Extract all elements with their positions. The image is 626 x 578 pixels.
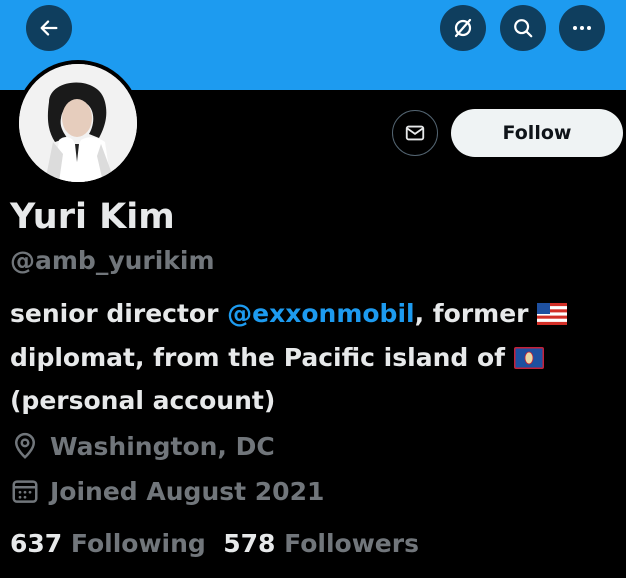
bio-text: diplomat, from the Pacific island of <box>10 343 506 372</box>
mention-link[interactable]: @exxonmobil <box>227 299 414 328</box>
followers-label: Followers <box>284 529 419 558</box>
more-icon <box>573 26 591 30</box>
envelope-icon <box>405 125 425 141</box>
slash-circle-icon <box>454 18 472 38</box>
location-pin-icon <box>14 432 36 459</box>
display-name: Yuri Kim <box>10 197 175 237</box>
arrow-left-icon <box>40 20 58 36</box>
username-handle: @amb_yurikim <box>10 246 215 275</box>
back-button[interactable] <box>26 5 72 51</box>
location-row: Washington, DC <box>10 431 275 461</box>
bio-text: senior director <box>10 299 228 328</box>
avatar[interactable] <box>15 60 141 186</box>
joined-text: Joined August 2021 <box>50 476 325 506</box>
grok-button[interactable] <box>440 5 486 51</box>
bio-line-2: diplomat, from the Pacific island of <box>10 343 544 372</box>
guam-flag-icon <box>513 347 544 369</box>
followers-link[interactable]: 578 Followers <box>223 529 419 558</box>
search-icon <box>514 19 533 38</box>
joined-row: Joined August 2021 <box>10 476 324 506</box>
bio-text: , former <box>414 299 529 328</box>
following-link[interactable]: 637 Following <box>10 529 206 558</box>
message-button[interactable] <box>392 110 438 156</box>
follow-button[interactable]: Follow <box>451 109 623 157</box>
calendar-icon <box>12 480 38 503</box>
followers-count: 578 <box>223 529 276 558</box>
bio-line-1: senior director @exxonmobil, former <box>10 299 568 328</box>
more-button[interactable] <box>559 5 605 51</box>
following-count: 637 <box>10 529 63 558</box>
avatar-image <box>19 64 137 182</box>
follow-stats: 637 Following 578 Followers <box>10 529 419 558</box>
location-text: Washington, DC <box>50 431 275 461</box>
following-label: Following <box>70 529 206 558</box>
us-flag-icon <box>537 303 568 325</box>
bio-line-3: (personal account) <box>10 386 276 415</box>
search-button[interactable] <box>500 5 546 51</box>
